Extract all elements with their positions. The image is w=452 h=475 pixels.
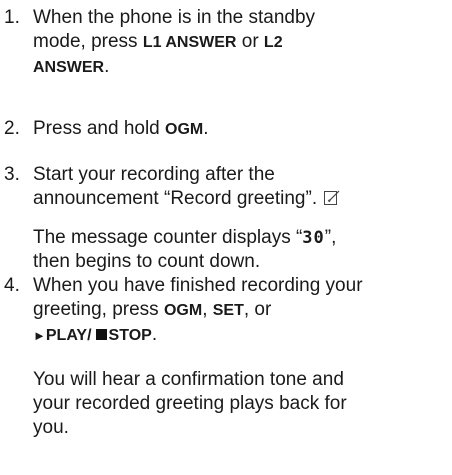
- step-line: When you have finished recording your: [33, 275, 363, 296]
- step-line: ”,: [324, 227, 337, 248]
- step-number: 2.: [4, 118, 20, 139]
- step-line: your recorded greeting plays back for: [33, 393, 347, 414]
- step-line: You will hear a confirmation tone and: [33, 369, 344, 390]
- step-line: The message counter displays “: [33, 227, 303, 248]
- instruction-page: 1. When the phone is in the standby mode…: [0, 0, 452, 475]
- step-line: mode, press: [33, 31, 143, 52]
- step-number: 1.: [4, 7, 20, 28]
- play-icon: ►: [33, 328, 46, 343]
- step-line: or: [236, 31, 264, 52]
- l2-answer-button-label: L2: [263, 34, 283, 51]
- ogm-button-label: OGM: [165, 121, 204, 138]
- step-line: When the phone is in the standby: [33, 7, 316, 28]
- step-number: 3.: [4, 164, 20, 185]
- step-line: .: [104, 56, 110, 77]
- step-text: When the phone is in the standby mode, p…: [33, 6, 451, 80]
- step-text: Start your recording after the announcem…: [33, 163, 451, 214]
- step-line: , or: [243, 299, 272, 320]
- step-text: When you have finished recording your gr…: [33, 274, 451, 348]
- step-number: 4.: [4, 275, 20, 296]
- note-icon: [323, 189, 341, 214]
- step-line: ,: [202, 299, 213, 320]
- step-line: greeting, press: [33, 299, 164, 320]
- step-line: you.: [33, 417, 69, 438]
- play-button-label: PLAY/: [45, 327, 92, 344]
- step-line: announcement “Record greeting”.: [33, 188, 318, 209]
- step-line: Press and hold: [33, 118, 166, 139]
- ogm-button-label: OGM: [163, 302, 203, 319]
- step-text: Press and hold OGM.: [33, 117, 451, 142]
- message-counter-value: 30: [302, 228, 325, 248]
- step-line: Start your recording after the: [33, 164, 275, 185]
- l2-answer-button-label-cont: ANSWER: [33, 59, 105, 76]
- step-subtext: You will hear a confirmation tone and yo…: [33, 368, 451, 440]
- step-line: then begins to count down.: [33, 251, 261, 272]
- set-button-label: SET: [212, 302, 244, 319]
- l1-answer-button-label: L1 ANSWER: [142, 34, 237, 51]
- step-subtext: The message counter displays “30”, then …: [33, 226, 451, 274]
- step-line: .: [203, 118, 209, 139]
- stop-button-label: STOP: [108, 327, 152, 344]
- step-line: .: [151, 324, 158, 345]
- stop-icon: [95, 329, 107, 340]
